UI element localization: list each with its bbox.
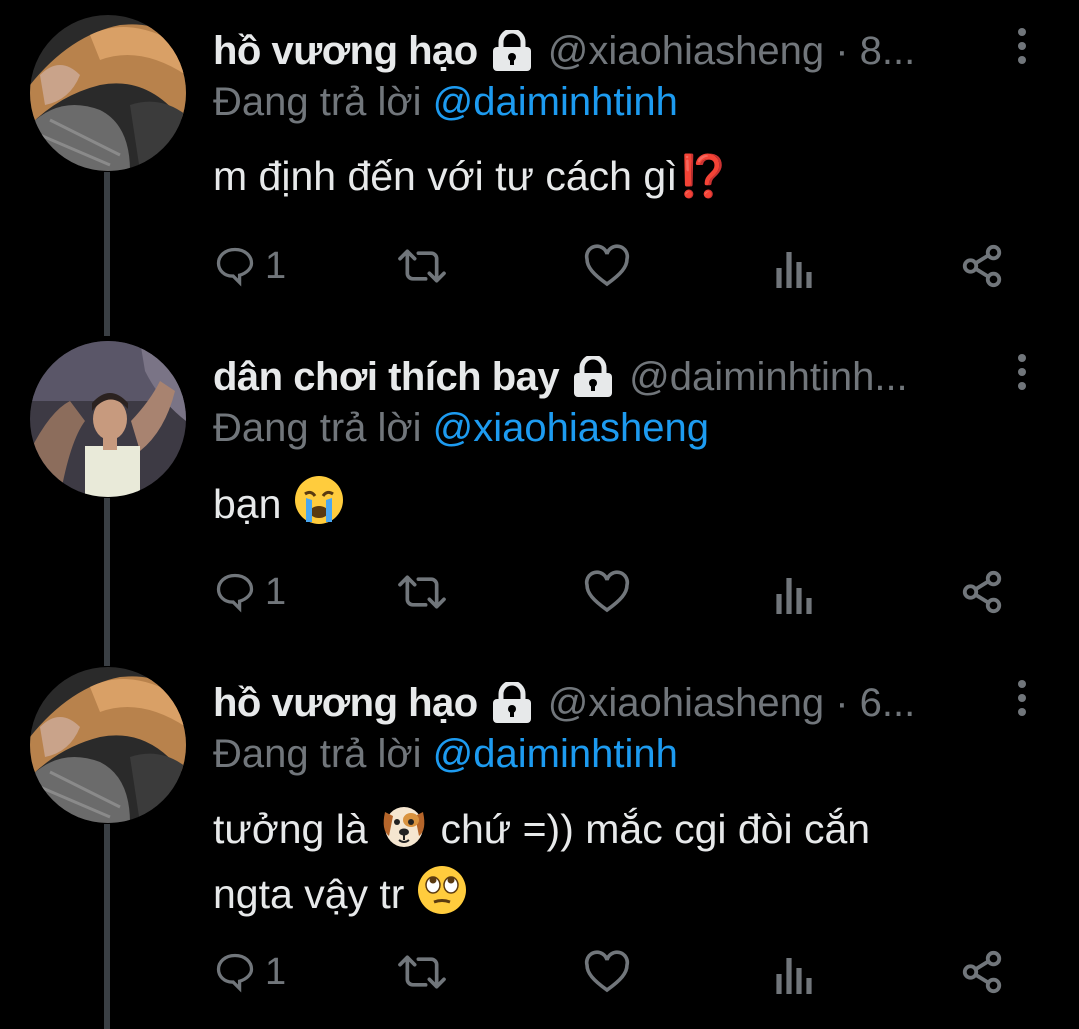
replying-prefix: Đang trả lời: [213, 732, 422, 776]
retweet-icon: [398, 955, 446, 989]
avatar[interactable]: [30, 341, 186, 497]
reply-icon: [216, 573, 254, 613]
tweet-text-part: ngta vậy tr: [213, 870, 405, 917]
like-icon: [584, 950, 630, 993]
dog-face-emoji: [379, 800, 429, 864]
replying-to: Đang trả lời @xiaohiasheng: [213, 406, 709, 451]
share-button[interactable]: [959, 942, 1005, 1002]
action-bar: 1: [213, 562, 1039, 622]
reply-button[interactable]: 1: [213, 942, 286, 1002]
retweet-button[interactable]: [395, 562, 449, 622]
share-icon: [962, 570, 1002, 614]
display-name[interactable]: dân chơi thích bay: [213, 355, 560, 400]
tweet[interactable]: hồ vương hạo @xiaohiasheng · 6... Đang t…: [0, 652, 1079, 1029]
more-icon[interactable]: [1015, 680, 1029, 720]
like-icon: [584, 570, 630, 613]
display-name[interactable]: hồ vương hạo: [213, 29, 478, 74]
views-icon: [776, 578, 812, 614]
avatar[interactable]: [30, 667, 186, 823]
tweet-text: m định đến với tư cách gì⁉️: [213, 148, 1033, 204]
reply-count: 1: [265, 570, 287, 613]
reply-count: 1: [265, 950, 287, 993]
like-icon: [584, 244, 630, 287]
replying-to-link[interactable]: @daiminhtinh: [433, 732, 678, 776]
like-button[interactable]: [583, 562, 631, 622]
lock-icon: [490, 28, 534, 72]
retweet-icon: [398, 249, 446, 283]
display-name[interactable]: hồ vương hạo: [213, 681, 478, 726]
reply-icon: [216, 247, 254, 287]
retweet-button[interactable]: [395, 942, 449, 1002]
retweet-icon: [398, 575, 446, 609]
more-icon[interactable]: [1015, 28, 1029, 68]
like-button[interactable]: [583, 236, 631, 296]
crying-face-emoji: [293, 474, 345, 540]
tweet-header: dân chơi thích bay @daiminhtinh...: [213, 352, 989, 402]
tweet-header: hồ vương hạo @xiaohiasheng · 8...: [213, 26, 989, 76]
share-button[interactable]: [959, 562, 1005, 622]
tweet-text: bạn: [213, 474, 1033, 540]
views-button[interactable]: [773, 236, 813, 296]
eye-roll-emoji: [416, 864, 468, 930]
tweet-header: hồ vương hạo @xiaohiasheng · 6...: [213, 678, 989, 728]
reply-icon: [216, 953, 254, 993]
reply-button[interactable]: 1: [213, 236, 286, 296]
reply-button[interactable]: 1: [213, 562, 286, 622]
handle[interactable]: @daiminhtinh...: [629, 355, 908, 400]
lock-icon: [490, 680, 534, 724]
replying-to-link[interactable]: @xiaohiasheng: [433, 406, 709, 450]
replying-to: Đang trả lời @daiminhtinh: [213, 732, 678, 777]
tweet-text-content: bạn: [213, 480, 282, 527]
reply-count: 1: [265, 244, 287, 287]
replying-to: Đang trả lời @daiminhtinh: [213, 80, 678, 125]
avatar[interactable]: [30, 15, 186, 171]
action-bar: 1: [213, 942, 1039, 1002]
exclamation-question-emoji: ⁉️: [677, 153, 729, 199]
views-button[interactable]: [773, 562, 813, 622]
handle[interactable]: @xiaohiasheng · 8...: [548, 29, 915, 74]
tweet-text-part: chứ =)) mắc cgi đòi cắn: [440, 805, 871, 852]
tweet[interactable]: hồ vương hạo @xiaohiasheng · 8... Đang t…: [0, 0, 1079, 330]
action-bar: 1: [213, 236, 1039, 296]
replying-prefix: Đang trả lời: [213, 80, 422, 124]
share-icon: [962, 950, 1002, 994]
retweet-button[interactable]: [395, 236, 449, 296]
share-icon: [962, 244, 1002, 288]
tweet-text-content: m định đến với tư cách gì: [213, 153, 678, 199]
tweet-text: tưởng là chứ =)) mắc cgi đòi cắn ngta vậ…: [213, 800, 1033, 930]
handle[interactable]: @xiaohiasheng · 6...: [548, 681, 915, 726]
views-icon: [776, 958, 812, 994]
more-icon[interactable]: [1015, 354, 1029, 394]
tweet[interactable]: dân chơi thích bay @daiminhtinh... Đang …: [0, 326, 1079, 656]
like-button[interactable]: [583, 942, 631, 1002]
views-button[interactable]: [773, 942, 813, 1002]
tweet-text-part: tưởng là: [213, 805, 368, 852]
views-icon: [776, 252, 812, 288]
share-button[interactable]: [959, 236, 1005, 296]
lock-icon: [571, 354, 615, 398]
replying-prefix: Đang trả lời: [213, 406, 422, 450]
replying-to-link[interactable]: @daiminhtinh: [433, 80, 678, 124]
